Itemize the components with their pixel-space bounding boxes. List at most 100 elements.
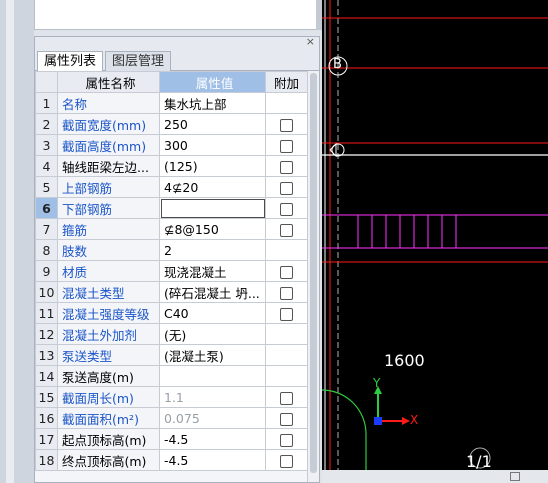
property-name: 起点顶标高(m) bbox=[57, 428, 160, 450]
table-row[interactable]: 7 箍筋 ⊈8@150 bbox=[35, 218, 308, 240]
grid-scroll-thumb[interactable] bbox=[310, 73, 317, 473]
property-value[interactable]: 4⊈20 bbox=[159, 176, 266, 198]
table-row[interactable]: 8 肢数 2 bbox=[35, 239, 308, 261]
row-number: 15 bbox=[35, 386, 58, 408]
property-value[interactable] bbox=[159, 365, 266, 387]
close-icon[interactable]: × bbox=[306, 35, 315, 48]
table-row[interactable]: 11 混凝土强度等级 C40 bbox=[35, 302, 308, 324]
row-number: 9 bbox=[35, 260, 58, 282]
extra-checkbox[interactable] bbox=[280, 433, 293, 447]
extra-checkbox[interactable] bbox=[280, 307, 293, 321]
section-marker bbox=[329, 142, 337, 158]
property-value[interactable]: 0.075 bbox=[159, 407, 266, 429]
extra-checkbox[interactable] bbox=[280, 286, 293, 300]
row-number: 11 bbox=[35, 302, 58, 324]
table-row[interactable]: 15 截面周长(m) 1.1 bbox=[35, 386, 308, 408]
extra-cell bbox=[265, 386, 308, 408]
row-number: 7 bbox=[35, 218, 58, 240]
dimension-label: 1600 bbox=[384, 351, 425, 370]
property-name: 截面面积(m²) bbox=[57, 407, 160, 429]
property-value[interactable]: 300 bbox=[159, 134, 266, 156]
table-row[interactable]: 13 泵送类型 (混凝土泵) bbox=[35, 344, 308, 366]
table-row[interactable]: 3 截面高度(mm) 300 bbox=[35, 134, 308, 156]
property-value[interactable]: (碎石混凝土 坍... bbox=[159, 281, 266, 303]
property-value[interactable]: 1.1 bbox=[159, 386, 266, 408]
upper-panel bbox=[34, 0, 320, 30]
panel-tabs: 属性列表 图层管理 bbox=[35, 49, 319, 71]
header-value[interactable]: 属性值 bbox=[159, 71, 266, 93]
extra-checkbox[interactable] bbox=[280, 181, 293, 195]
cad-drawing bbox=[322, 0, 548, 483]
status-icon[interactable] bbox=[510, 472, 520, 481]
extra-cell bbox=[265, 323, 308, 345]
row-number: 1 bbox=[35, 92, 58, 114]
property-value[interactable]: ⊈8@150 bbox=[159, 218, 266, 240]
extra-cell bbox=[265, 428, 308, 450]
property-name: 终点顶标高(m) bbox=[57, 449, 160, 471]
property-name: 截面周长(m) bbox=[57, 386, 160, 408]
property-value[interactable]: 集水坑上部 bbox=[159, 92, 266, 114]
property-value[interactable] bbox=[159, 197, 266, 219]
row-number: 6 bbox=[35, 197, 58, 219]
property-name: 名称 bbox=[57, 92, 160, 114]
extra-checkbox[interactable] bbox=[280, 118, 293, 132]
property-name: 混凝土类型 bbox=[57, 281, 160, 303]
property-value[interactable]: (混凝土泵) bbox=[159, 344, 266, 366]
property-value[interactable]: (无) bbox=[159, 323, 266, 345]
table-row[interactable]: 6 下部钢筋 bbox=[35, 197, 308, 219]
extra-cell bbox=[265, 449, 308, 471]
extra-cell bbox=[265, 365, 308, 387]
property-panel: × 属性列表 图层管理 属性名称 属性值 附加 1 名称 集水坑上部 2 截面宽度(mm… bbox=[34, 35, 320, 483]
header-name[interactable]: 属性名称 bbox=[57, 71, 160, 93]
property-name: 材质 bbox=[57, 260, 160, 282]
extra-checkbox[interactable] bbox=[280, 139, 293, 153]
row-number: 8 bbox=[35, 239, 58, 261]
left-pane: × 属性列表 图层管理 属性名称 属性值 附加 1 名称 集水坑上部 2 截面宽度(mm… bbox=[0, 0, 322, 483]
property-name: 下部钢筋 bbox=[57, 197, 160, 219]
table-row[interactable]: 14 泵送高度(m) bbox=[35, 365, 308, 387]
property-name: 泵送高度(m) bbox=[57, 365, 160, 387]
property-value[interactable]: (125) bbox=[159, 155, 266, 177]
table-row[interactable]: 9 材质 现浇混凝土 bbox=[35, 260, 308, 282]
header-num bbox=[35, 71, 58, 93]
table-row[interactable]: 5 上部钢筋 4⊈20 bbox=[35, 176, 308, 198]
row-number: 16 bbox=[35, 407, 58, 429]
property-value[interactable]: -4.5 bbox=[159, 449, 266, 471]
extra-cell bbox=[265, 92, 308, 114]
extra-checkbox[interactable] bbox=[280, 454, 293, 468]
extra-checkbox[interactable] bbox=[280, 412, 293, 426]
table-row[interactable]: 16 截面面积(m²) 0.075 bbox=[35, 407, 308, 429]
table-row[interactable]: 12 混凝土外加剂 (无) bbox=[35, 323, 308, 345]
property-value[interactable]: C40 bbox=[159, 302, 266, 324]
tab-property-list[interactable]: 属性列表 bbox=[37, 51, 104, 71]
property-value[interactable]: -4.5 bbox=[159, 428, 266, 450]
property-value[interactable]: 250 bbox=[159, 113, 266, 135]
table-row[interactable]: 2 截面宽度(mm) 250 bbox=[35, 113, 308, 135]
property-name: 混凝土强度等级 bbox=[57, 302, 160, 324]
property-name: 混凝土外加剂 bbox=[57, 323, 160, 345]
row-number: 4 bbox=[35, 155, 58, 177]
row-number: 13 bbox=[35, 344, 58, 366]
row-number: 18 bbox=[35, 449, 58, 471]
property-value[interactable]: 现浇混凝土 bbox=[159, 260, 266, 282]
cad-viewport[interactable]: B 1600 1/1 Y X bbox=[322, 0, 548, 483]
extra-checkbox[interactable] bbox=[280, 265, 293, 279]
extra-checkbox[interactable] bbox=[280, 160, 293, 174]
extra-cell bbox=[265, 113, 308, 135]
extra-checkbox[interactable] bbox=[280, 391, 293, 405]
row-number: 12 bbox=[35, 323, 58, 345]
tab-layer-management[interactable]: 图层管理 bbox=[105, 51, 172, 71]
extra-cell bbox=[265, 302, 308, 324]
table-row[interactable]: 18 终点顶标高(m) -4.5 bbox=[35, 449, 308, 471]
table-row[interactable]: 1 名称 集水坑上部 bbox=[35, 92, 308, 114]
extra-checkbox[interactable] bbox=[280, 223, 293, 237]
grid-scrollbar[interactable] bbox=[307, 71, 319, 482]
header-extra[interactable]: 附加 bbox=[265, 71, 308, 93]
property-value[interactable]: 2 bbox=[159, 239, 266, 261]
table-row[interactable]: 17 起点顶标高(m) -4.5 bbox=[35, 428, 308, 450]
panel-titlebar: × bbox=[35, 35, 319, 49]
table-row[interactable]: 4 轴线距梁左边... (125) bbox=[35, 155, 308, 177]
extra-cell bbox=[265, 197, 308, 219]
extra-checkbox[interactable] bbox=[280, 202, 293, 216]
table-row[interactable]: 10 混凝土类型 (碎石混凝土 坍... bbox=[35, 281, 308, 303]
